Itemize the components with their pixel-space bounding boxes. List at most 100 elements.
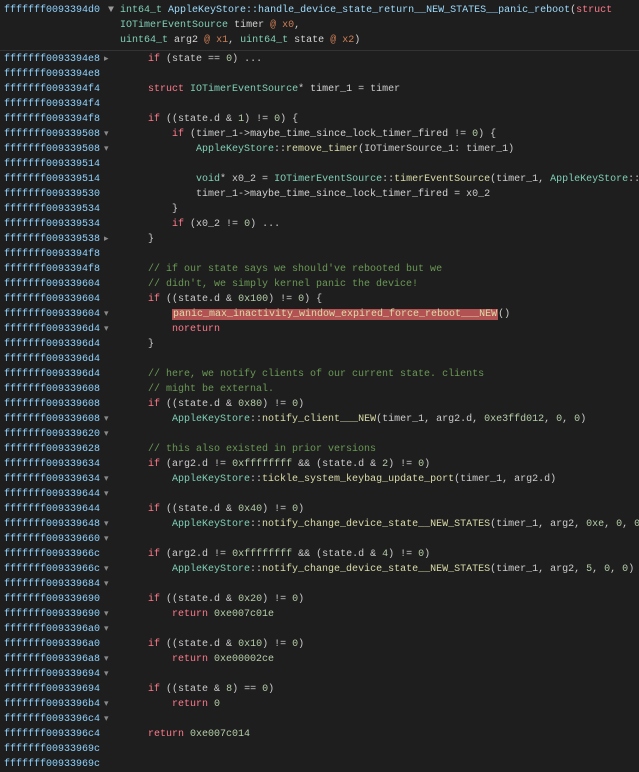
fold-chevron-icon[interactable]: ▾	[104, 562, 109, 577]
fold-chevron-icon[interactable]: ▾	[104, 607, 109, 622]
gutter-address[interactable]: fffffff009339534	[4, 202, 120, 217]
code-line: noreturn	[124, 322, 639, 337]
gutter-address[interactable]: fffffff009339694▾	[4, 667, 120, 682]
code-line: panic_max_inactivity_window_expired_forc…	[124, 307, 639, 322]
gutter-address[interactable]: fffffff009339634	[4, 457, 120, 472]
gutter-address[interactable]: fffffff0093396c4	[4, 727, 120, 742]
gutter-address[interactable]: fffffff0093394f4	[4, 82, 120, 97]
fold-chevron-icon[interactable]: ▾	[104, 427, 109, 442]
gutter-address[interactable]: fffffff0093396a0▾	[4, 622, 120, 637]
code-line: return 0xe007c014	[124, 727, 639, 742]
gutter-address[interactable]: fffffff00933969c	[4, 757, 120, 772]
code-line: // didn't, we simply kernel panic the de…	[124, 277, 639, 292]
code-line: timer_1->maybe_time_since_lock_timer_fir…	[124, 187, 639, 202]
gutter-address[interactable]: fffffff009339530	[4, 187, 120, 202]
gutter-address[interactable]: fffffff009339690	[4, 592, 120, 607]
code-line: return 0	[124, 697, 639, 712]
code-line: if (arg2.d != 0xffffffff && (state.d & 2…	[124, 457, 639, 472]
gutter-address[interactable]: fffffff009339660▾	[4, 532, 120, 547]
gutter-address[interactable]: fffffff009339604	[4, 292, 120, 307]
fold-chevron-icon[interactable]: ▾	[104, 412, 109, 427]
gutter-address[interactable]: fffffff009339634▾	[4, 472, 120, 487]
gutter-address[interactable]: fffffff009339690▾	[4, 607, 120, 622]
gutter-address[interactable]: fffffff0093396a0	[4, 637, 120, 652]
gutter-address[interactable]: fffffff009339684▾	[4, 577, 120, 592]
gutter-address[interactable]: fffffff009339534	[4, 217, 120, 232]
gutter-address[interactable]: fffffff009339644▾	[4, 487, 120, 502]
gutter-address[interactable]: fffffff009339508▾	[4, 127, 120, 142]
gutter-address[interactable]: fffffff009339608▾	[4, 412, 120, 427]
code-line: }	[124, 232, 639, 247]
gutter-address[interactable]: fffffff0093396d4	[4, 337, 120, 352]
code-line: return 0xe007c01e	[124, 607, 639, 622]
fold-chevron-icon[interactable]: ▾	[104, 322, 109, 337]
fold-chevron-icon[interactable]: ▾	[104, 577, 109, 592]
fold-chevron-icon[interactable]: ▾	[104, 517, 109, 532]
gutter-address[interactable]: fffffff0093394f8	[4, 247, 120, 262]
fold-chevron-icon[interactable]: ▾	[104, 127, 109, 142]
gutter-address[interactable]: fffffff009339604▾	[4, 307, 120, 322]
gutter-address[interactable]: fffffff009339514	[4, 172, 120, 187]
code-line: AppleKeyStore::notify_change_device_stat…	[124, 517, 639, 532]
code-panel[interactable]: if (state == 0) ... struct IOTimerEventS…	[120, 51, 639, 772]
fold-chevron-icon[interactable]: ▾	[104, 697, 109, 712]
gutter-address[interactable]: fffffff00933966c▾	[4, 562, 120, 577]
gutter-address[interactable]: fffffff009339508▾	[4, 142, 120, 157]
code-line: }	[124, 202, 639, 217]
gutter-address[interactable]: fffffff009339620▾	[4, 427, 120, 442]
header-address: fffffff0093394d0	[4, 3, 108, 18]
code-line: if (arg2.d != 0xffffffff && (state.d & 4…	[124, 547, 639, 562]
gutter-address[interactable]: fffffff009339608	[4, 397, 120, 412]
gutter-address[interactable]: fffffff0093396b4▾	[4, 697, 120, 712]
fold-chevron-icon[interactable]: ▾	[104, 532, 109, 547]
function-header: fffffff0093394d0 ▼ int64_t AppleKeyStore…	[0, 0, 639, 51]
gutter-address[interactable]: fffffff0093394e8▸	[4, 52, 120, 67]
gutter-address[interactable]: fffffff009339538▸	[4, 232, 120, 247]
code-line: if ((state.d & 0x40) != 0)	[124, 502, 639, 517]
code-line: // if our state says we should've reboot…	[124, 262, 639, 277]
fold-chevron-icon[interactable]: ▾	[104, 487, 109, 502]
code-line: if ((state.d & 0x20) != 0)	[124, 592, 639, 607]
gutter-address[interactable]: fffffff0093396d4	[4, 367, 120, 382]
code-line: if ((state.d & 0x10) != 0)	[124, 637, 639, 652]
code-line: AppleKeyStore::notify_client___NEW(timer…	[124, 412, 639, 427]
fold-chevron-icon[interactable]: ▾	[104, 142, 109, 157]
gutter-address[interactable]: fffffff009339694	[4, 682, 120, 697]
fold-chevron-icon[interactable]: ▾	[104, 652, 109, 667]
gutter-address[interactable]: fffffff0093394e8	[4, 67, 120, 82]
gutter-address[interactable]: fffffff00933969c	[4, 742, 120, 757]
gutter-address[interactable]: fffffff009339648▾	[4, 517, 120, 532]
fold-chevron-icon[interactable]: ▾	[104, 712, 109, 727]
gutter-address[interactable]: fffffff0093396d4▾	[4, 322, 120, 337]
fold-chevron-icon[interactable]: ▾	[104, 667, 109, 682]
code-line: AppleKeyStore::notify_change_device_stat…	[124, 562, 639, 577]
code-line: return 0xe00002ce	[124, 652, 639, 667]
code-line: if ((state.d & 0x100) != 0) {	[124, 292, 639, 307]
fold-chevron-icon[interactable]: ▸	[104, 232, 109, 247]
code-line: }	[124, 337, 639, 352]
fold-chevron-icon[interactable]: ▾	[104, 472, 109, 487]
collapse-arrow-icon[interactable]: ▼	[108, 3, 114, 18]
gutter-address[interactable]: fffffff009339514	[4, 157, 120, 172]
gutter-address[interactable]: fffffff0093394f8	[4, 112, 120, 127]
gutter-address[interactable]: fffffff0093394f4	[4, 97, 120, 112]
code-line: void* x0_2 = IOTimerEventSource::timerEv…	[124, 172, 639, 187]
code-line: if ((state.d & 0x80) != 0)	[124, 397, 639, 412]
gutter-address[interactable]: fffffff009339644	[4, 502, 120, 517]
gutter-address[interactable]: fffffff00933966c	[4, 547, 120, 562]
fold-chevron-icon[interactable]: ▾	[104, 307, 109, 322]
gutter-address[interactable]: fffffff0093396a8▾	[4, 652, 120, 667]
fold-chevron-icon[interactable]: ▾	[104, 622, 109, 637]
gutter-address[interactable]: fffffff0093396c4▾	[4, 712, 120, 727]
gutter-address[interactable]: fffffff0093396d4	[4, 352, 120, 367]
fold-chevron-icon[interactable]: ▸	[104, 52, 109, 67]
code-line: if (timer_1->maybe_time_since_lock_timer…	[124, 127, 639, 142]
code-line: if (state == 0) ...	[124, 52, 639, 67]
code-line: if (x0_2 != 0) ...	[124, 217, 639, 232]
gutter-address[interactable]: fffffff009339604	[4, 277, 120, 292]
code-line: struct IOTimerEventSource* timer_1 = tim…	[124, 82, 639, 97]
function-signature: int64_t AppleKeyStore::handle_device_sta…	[120, 3, 635, 48]
gutter-address[interactable]: fffffff009339628	[4, 442, 120, 457]
gutter-address[interactable]: fffffff0093394f8	[4, 262, 120, 277]
gutter-address[interactable]: fffffff009339608	[4, 382, 120, 397]
